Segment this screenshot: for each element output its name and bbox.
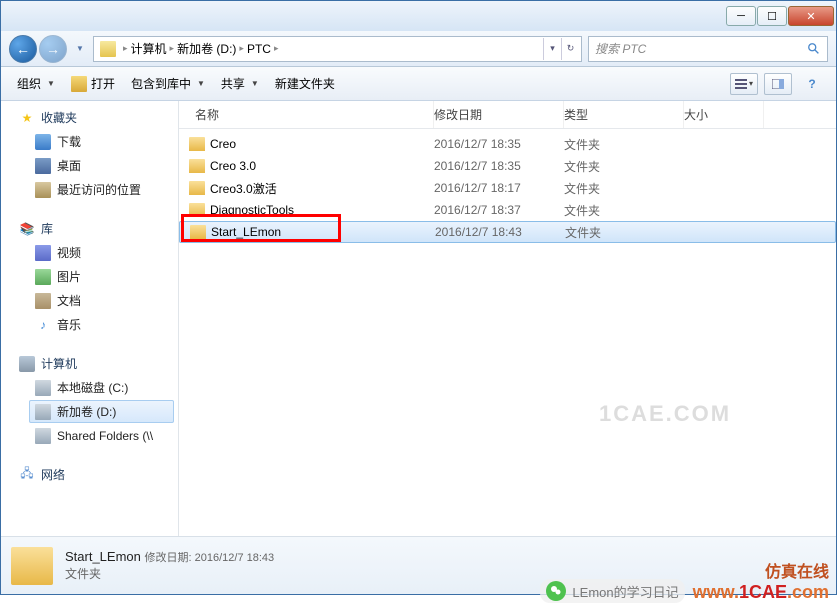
drive-icon <box>35 404 51 420</box>
sidebar-downloads[interactable]: 下载 <box>1 131 178 152</box>
drive-icon <box>35 380 51 396</box>
wechat-badge: LEmon的学习日记 <box>540 579 684 603</box>
overlay-branding: LEmon的学习日记 仿真在线 www.1CAE.com <box>532 554 837 607</box>
network-drive-icon <box>35 428 51 444</box>
search-input[interactable]: 搜索 PTC <box>588 36 828 62</box>
video-icon <box>35 245 51 261</box>
desktop-icon <box>35 158 51 174</box>
file-row[interactable]: Creo 3.0 2016/12/7 18:35文件夹 <box>179 155 836 177</box>
watermark-text: 1CAE.COM <box>599 401 731 427</box>
search-placeholder: 搜索 PTC <box>595 40 646 57</box>
view-options-button[interactable]: ▾ <box>730 73 758 95</box>
column-name[interactable]: 名称 <box>179 101 434 128</box>
sidebar-music[interactable]: ♪音乐 <box>1 314 178 335</box>
folder-icon <box>189 203 205 217</box>
column-date[interactable]: 修改日期 <box>434 101 564 128</box>
sidebar-video[interactable]: 视频 <box>1 242 178 263</box>
sidebar-shared[interactable]: Shared Folders (\\ <box>1 426 178 446</box>
folder-icon <box>100 41 116 57</box>
file-pane: 名称 修改日期 类型 大小 Creo 2016/12/7 18:35文件夹 Cr… <box>179 101 836 536</box>
toolbar: 组织▼ 打开 包含到库中▼ 共享▼ 新建文件夹 ▾ ? <box>1 67 836 101</box>
folder-icon <box>11 547 53 585</box>
breadcrumb-dropdown[interactable]: ▾ <box>543 38 561 60</box>
breadcrumb-folder[interactable]: PTC <box>247 42 271 56</box>
sidebar-cdrive[interactable]: 本地磁盘 (C:) <box>1 377 178 398</box>
pane-icon <box>772 79 784 89</box>
close-button[interactable]: ✕ <box>788 6 834 26</box>
sidebar-desktop[interactable]: 桌面 <box>1 155 178 176</box>
sidebar-favorites[interactable]: ★收藏夹 <box>1 107 178 128</box>
file-row[interactable]: Creo 2016/12/7 18:35文件夹 <box>179 133 836 155</box>
preview-pane-button[interactable] <box>764 73 792 95</box>
music-icon: ♪ <box>35 317 51 333</box>
folder-icon <box>190 225 206 239</box>
sidebar-ddrive[interactable]: 新加卷 (D:) <box>29 400 174 423</box>
open-button[interactable]: 打开 <box>65 72 121 95</box>
file-row[interactable]: DiagnosticTools 2016/12/7 18:37文件夹 <box>179 199 836 221</box>
computer-icon <box>19 356 35 372</box>
folder-icon <box>189 159 205 173</box>
breadcrumb-computer[interactable]: 计算机 <box>131 40 167 57</box>
picture-icon <box>35 269 51 285</box>
address-bar: ← → ▼ ▸ 计算机 ▸ 新加卷 (D:) ▸ PTC ▸ ▾ ↻ 搜索 PT… <box>1 31 836 67</box>
network-icon: 🖧 <box>19 467 35 483</box>
folder-icon <box>189 181 205 195</box>
recent-icon <box>35 182 51 198</box>
nav-history-dropdown[interactable]: ▼ <box>73 37 87 61</box>
organize-menu[interactable]: 组织▼ <box>11 72 61 95</box>
brand-text: 仿真在线 www.1CAE.com <box>693 558 829 603</box>
file-row[interactable]: Creo3.0激活 2016/12/7 18:17文件夹 <box>179 177 836 199</box>
include-menu[interactable]: 包含到库中▼ <box>125 72 211 95</box>
search-icon <box>807 42 821 56</box>
library-icon: 📚 <box>19 221 35 237</box>
column-type[interactable]: 类型 <box>564 101 684 128</box>
newfolder-button[interactable]: 新建文件夹 <box>269 72 341 95</box>
breadcrumb-drive[interactable]: 新加卷 (D:) <box>177 40 236 57</box>
column-size[interactable]: 大小 <box>684 101 764 128</box>
download-icon <box>35 134 51 150</box>
file-row-selected[interactable]: Start_LEmon 2016/12/7 18:43文件夹 <box>179 221 836 243</box>
chevron-right-icon[interactable]: ▸ <box>239 43 244 54</box>
chevron-right-icon[interactable]: ▸ <box>170 43 175 54</box>
sidebar-network[interactable]: 🖧网络 <box>1 464 178 485</box>
star-icon: ★ <box>19 110 35 126</box>
share-menu[interactable]: 共享▼ <box>215 72 265 95</box>
open-icon <box>71 76 87 92</box>
sidebar: ★收藏夹 下载 桌面 最近访问的位置 📚库 视频 图片 文档 ♪音乐 计算机 本… <box>1 101 179 536</box>
list-icon <box>735 79 747 89</box>
chevron-right-icon[interactable]: ▸ <box>274 43 279 54</box>
column-headers: 名称 修改日期 类型 大小 <box>179 101 836 129</box>
sidebar-computer[interactable]: 计算机 <box>1 353 178 374</box>
wechat-icon <box>546 581 566 601</box>
minimize-button[interactable]: ─ <box>726 6 756 26</box>
document-icon <box>35 293 51 309</box>
help-button[interactable]: ? <box>798 73 826 95</box>
sidebar-library[interactable]: 📚库 <box>1 218 178 239</box>
breadcrumb[interactable]: ▸ 计算机 ▸ 新加卷 (D:) ▸ PTC ▸ ▾ ↻ <box>93 36 582 62</box>
folder-icon <box>189 137 205 151</box>
sidebar-documents[interactable]: 文档 <box>1 290 178 311</box>
title-bar: ─ ☐ ✕ <box>1 1 836 31</box>
sidebar-pictures[interactable]: 图片 <box>1 266 178 287</box>
refresh-button[interactable]: ↻ <box>561 38 579 60</box>
details-type: 文件夹 <box>65 565 274 582</box>
chevron-right-icon[interactable]: ▸ <box>123 43 128 54</box>
back-button[interactable]: ← <box>9 35 37 63</box>
sidebar-recent[interactable]: 最近访问的位置 <box>1 179 178 200</box>
forward-button[interactable]: → <box>39 35 67 63</box>
maximize-button[interactable]: ☐ <box>757 6 787 26</box>
details-name: Start_LEmon <box>65 549 141 564</box>
